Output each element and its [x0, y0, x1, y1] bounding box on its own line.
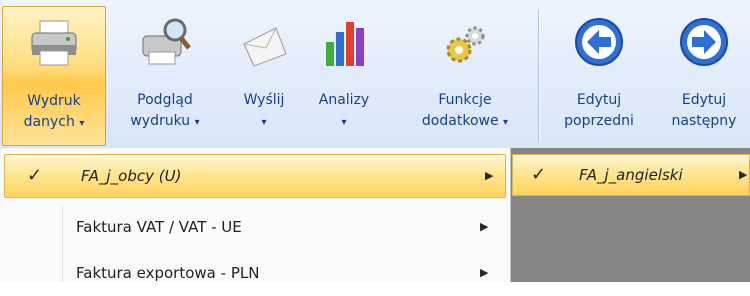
analyses-button[interactable]: Analizy ▾	[306, 6, 382, 146]
edit-previous-label-1: Edytuj	[576, 92, 622, 108]
submenu-arrow-icon: ▶	[480, 266, 489, 279]
print-preview-icon	[142, 18, 191, 65]
chevron-down-icon: ▾	[341, 117, 347, 128]
edit-next-label-2: następny	[671, 113, 737, 129]
menu-item-fa-j-obcy[interactable]: ✓ FA_j_obcy (U) ▶	[4, 154, 506, 198]
bar-chart-icon	[326, 22, 364, 66]
ribbon-separator	[538, 10, 539, 142]
submenu-item-label: FA_j_angielski	[579, 166, 683, 184]
menu-item-faktura-vat[interactable]: Faktura VAT / VAT - UE ▶	[0, 206, 510, 250]
print-data-label-2: danych ▾	[23, 114, 85, 130]
print-preview-label-2: wydruku ▾	[130, 113, 200, 129]
checkmark-icon: ✓	[531, 164, 547, 185]
submenu-item-fa-j-angielski[interactable]: ✓ FA_j_angielski ▶	[512, 154, 750, 196]
edit-previous-button[interactable]: Edytuj poprzedni	[550, 6, 648, 146]
chevron-down-icon: ▾	[503, 117, 509, 128]
send-button[interactable]: Wyślij ▾	[226, 6, 302, 146]
edit-previous-label-2: poprzedni	[564, 113, 634, 129]
print-data-button[interactable]: Wydruk danych ▾	[2, 6, 106, 146]
edit-next-button[interactable]: Edytuj następny	[654, 6, 750, 146]
menu-item-label: FA_j_obcy (U)	[81, 167, 182, 185]
ribbon-toolbar: Wydruk danych ▾ Podgląd wydruku ▾ Wyślij…	[0, 0, 750, 149]
additional-functions-button[interactable]: Funkcje dodatkowe ▾	[400, 6, 530, 146]
print-preview-button[interactable]: Podgląd wydruku ▾	[110, 6, 220, 146]
menu-item-label: Faktura VAT / VAT - UE	[76, 218, 242, 236]
chevron-down-icon: ▾	[194, 117, 200, 128]
send-label: Wyślij	[243, 92, 285, 108]
additional-functions-label-2: dodatkowe ▾	[421, 113, 509, 129]
arrow-left-circle-icon	[575, 18, 623, 66]
print-preview-label-1: Podgląd	[137, 92, 193, 108]
print-data-label-1: Wydruk	[27, 93, 81, 109]
menu-item-faktura-exportowa[interactable]: Faktura exportowa - PLN ▶	[0, 252, 510, 296]
send-arrow-row: ▾	[261, 111, 266, 133]
checkmark-icon: ✓	[27, 165, 43, 186]
arrow-right-circle-icon	[680, 18, 728, 66]
print-templates-menu: ✓ FA_j_obcy (U) ▶ Faktura VAT / VAT - UE…	[0, 148, 511, 282]
envelope-icon	[243, 27, 287, 67]
submenu-arrow-icon: ▶	[480, 220, 489, 233]
gears-icon	[446, 26, 485, 63]
chevron-down-icon: ▾	[261, 117, 267, 128]
analyses-arrow-row: ▾	[341, 111, 346, 133]
menu-item-label: Faktura exportowa - PLN	[76, 264, 260, 282]
additional-functions-label-1: Funkcje	[438, 92, 492, 108]
edit-next-label-1: Edytuj	[681, 92, 727, 108]
submenu-arrow-icon: ▶	[485, 169, 494, 182]
submenu-arrow-icon: ▶	[739, 168, 748, 181]
analyses-label: Analizy	[318, 92, 370, 108]
chevron-down-icon: ▾	[79, 118, 85, 129]
printer-icon	[31, 20, 77, 66]
